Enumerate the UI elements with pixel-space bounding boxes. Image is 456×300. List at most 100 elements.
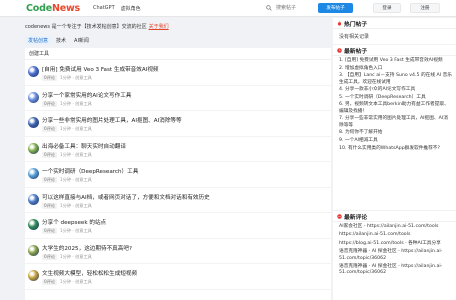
author-avatar[interactable]: [28, 193, 39, 205]
register-button[interactable]: 注册: [410, 3, 440, 13]
comment-count-badge: 0评论: [42, 202, 58, 209]
comment-count-badge: 0评论: [42, 177, 58, 183]
recent-comment-item[interactable]: 语音克隆神器 - AI 探金社区 - https://ailanjin.ai-5…: [339, 264, 452, 277]
recent-posts-panel: 最新帖子 1. [自用] 免费试用 Veo 3 Fast 生成带音效AI视频 2.…: [333, 45, 456, 210]
post-item[interactable]: 大学生的2025，这边期待不真高吧? 0评论 1分钟 · 创意工具: [25, 239, 331, 264]
post-list: [自用] 免费试用 Veo 3 Fast 生成带音效AI视频 0评论 1分钟 · 创…: [25, 60, 331, 290]
login-button[interactable]: 登录: [373, 3, 401, 13]
post-title[interactable]: 出海必备工具：聊天实时自动翻译: [42, 142, 126, 150]
post-meta: 0评论 1分钟 · 创意工具: [42, 228, 92, 234]
recent-post-link[interactable]: 1. [自用] 免费试用 Veo 3 Fast 生成带音效AI视频: [339, 58, 452, 64]
hot-posts-header: 热门帖子: [333, 18, 456, 29]
post-time-category: 1分钟 · 创意工具: [60, 253, 92, 259]
post-title[interactable]: [自用] 免费试用 Veo 3 Fast 生成带音效AI视频: [42, 65, 159, 73]
post-time-category: 1分钟 · 创意工具: [60, 202, 92, 208]
top-header: CodeNews ChatGPT 虚拟角色 发布帖子 登录 注册: [0, 0, 456, 17]
recent-posts-title: 最新帖子: [344, 48, 368, 55]
hot-posts-panel: 热门帖子 没有相关记录: [333, 18, 456, 44]
recent-comment-item[interactable]: https://ailanjin.ai-51.com/tools: [339, 232, 452, 238]
post-time-category: 1分钟 · 创意工具: [60, 151, 92, 157]
hot-posts-empty: 没有相关记录: [339, 34, 370, 40]
comment-count-badge: 0评论: [42, 253, 58, 260]
recent-comment-item[interactable]: AI家会社区 - https://ailanjin.ai-51.com/tool…: [339, 224, 452, 230]
tab-ai-news[interactable]: AI新闻: [71, 36, 92, 45]
comment-count-badge: 0评论: [42, 75, 58, 81]
author-avatar[interactable]: [28, 219, 39, 230]
post-item[interactable]: 分享一个家常实用的AI论文写作工具 0评论 1分钟 · 创意工具: [25, 86, 331, 111]
post-item[interactable]: 一个实时调研（DeepResearch）工具 0评论 1分钟 · 创意工具: [25, 162, 331, 188]
recent-comment-item[interactable]: 语音克隆神器 - AI 探金社区 - https://ailanjin.ai-5…: [339, 249, 452, 262]
tab-tech[interactable]: 技术: [53, 36, 69, 45]
post-title[interactable]: 大学生的2025，这边期待不真高吧?: [42, 244, 132, 252]
comment-count-badge: 0评论: [42, 151, 58, 158]
about-us-link[interactable]: 关于我们: [149, 23, 169, 30]
site-logo[interactable]: CodeNews: [26, 3, 80, 14]
recent-post-link[interactable]: 5. 一个实时调研（DeepResearch）工具: [339, 95, 452, 101]
recent-post-link[interactable]: 9. 一个AI相减工具: [339, 138, 452, 144]
post-meta: 0评论 1分钟 · 创意工具: [42, 279, 92, 285]
recent-post-link[interactable]: 3. 【自用】Lanc ai－支持 Suno v4.5 的在线 AI 音乐生成工…: [339, 73, 452, 86]
search-icon[interactable]: [266, 5, 272, 11]
post-title[interactable]: 可以这样直接与AI档，或者网页对话了，方便和文档对话和有效历史: [42, 193, 210, 201]
post-meta: 0评论 1分钟 · 创意工具: [42, 202, 92, 209]
author-avatar[interactable]: [28, 142, 39, 154]
category-tabs: 发帖创意 技术 AI新闻: [25, 36, 92, 45]
post-meta: 0评论 1分钟 · 创意工具: [42, 126, 92, 132]
notice-text: codenews 是一个专注于【技术发帖创意】交流的社区: [25, 24, 147, 30]
post-title[interactable]: 分享一个家常实用的AI论文写作工具: [42, 91, 131, 99]
author-avatar[interactable]: [28, 244, 39, 256]
recent-comments-list: AI家会社区 - https://ailanjin.ai-51.com/tool…: [333, 222, 456, 277]
post-title[interactable]: 分享个 deepseek 的站点: [42, 218, 106, 226]
recent-comments-title: 最新评论: [344, 214, 368, 221]
search-input[interactable]: [276, 4, 316, 12]
author-avatar[interactable]: [28, 66, 39, 77]
post-time-category: 1分钟 · 创意工具: [60, 100, 92, 106]
post-item[interactable]: 分享一些非常实用的图片处理工具，AI抠图、AI消除等等 0评论 1分钟 · 创意工具: [25, 111, 331, 137]
post-item[interactable]: 文生视频大模型，轻松松松生成短视频 0评论 1分钟 · 创意工具: [25, 264, 331, 290]
post-item[interactable]: 出海必备工具：聊天实时自动翻译 0评论 1分钟 · 创意工具: [25, 137, 331, 162]
recent-post-link[interactable]: 6. 另，视频转文本工具berkin助力有益工作者提取、编辑及找播！: [339, 102, 452, 115]
tab-creative[interactable]: 发帖创意: [25, 36, 52, 45]
post-title[interactable]: 分享一些非常实用的图片处理工具，AI抠图、AI消除等等: [42, 116, 182, 124]
feed-section-title: 创建工具: [25, 48, 331, 60]
recent-post-link[interactable]: 8. 为何你不了解开始: [339, 130, 452, 136]
recent-comments-header: 最新评论: [333, 211, 456, 222]
logo-code-text: Code: [26, 3, 52, 14]
hot-posts-title: 热门帖子: [344, 21, 368, 28]
author-avatar[interactable]: [28, 168, 39, 179]
post-feed: 创建工具 [自用] 免费试用 Veo 3 Fast 生成带音效AI视频 0评论 1分…: [25, 48, 331, 300]
comment-count-badge: 0评论: [42, 228, 58, 234]
post-meta: 0评论 1分钟 · 创意工具: [42, 253, 92, 260]
recent-post-link[interactable]: 4. 分享一款非小众的AI论文写作工具: [339, 87, 452, 93]
post-title[interactable]: 一个实时调研（DeepResearch）工具: [42, 167, 138, 175]
clock-icon: [337, 47, 342, 53]
post-time-category: 1分钟 · 创意工具: [60, 228, 92, 233]
recent-post-link[interactable]: 7. 分享一些非常实用的图片处理工具，AI抠图、AI消除等等: [339, 116, 452, 129]
publish-post-button[interactable]: 发布帖子: [318, 3, 353, 13]
post-meta: 0评论 1分钟 · 创意工具: [42, 177, 92, 183]
post-item[interactable]: 分享个 deepseek 的站点 0评论 1分钟 · 创意工具: [25, 213, 331, 239]
recent-post-link[interactable]: 10. 有什么实用类的WhatsApp群发软件推荐不?: [339, 146, 452, 152]
post-meta: 0评论 1分钟 · 创意工具: [42, 100, 92, 107]
comment-icon: [337, 213, 342, 219]
post-meta: 0评论 1分钟 · 创意工具: [42, 75, 92, 81]
post-item[interactable]: [自用] 免费试用 Veo 3 Fast 生成带音效AI视频 0评论 1分钟 · 创…: [25, 60, 331, 86]
comment-count-badge: 0评论: [42, 126, 58, 132]
post-item[interactable]: 可以这样直接与AI档，或者网页对话了，方便和文档对话和有效历史 0评论 1分钟 · …: [25, 188, 331, 213]
post-title[interactable]: 文生视频大模型，轻松松松生成短视频: [42, 269, 137, 277]
logo-news-text: News: [51, 3, 80, 14]
author-avatar[interactable]: [28, 117, 39, 128]
post-time-category: 1分钟 · 创意工具: [60, 75, 92, 80]
comment-count-badge: 0评论: [42, 100, 58, 107]
recent-posts-list: 1. [自用] 免费试用 Veo 3 Fast 生成带音效AI视频 2. 增加虚拟…: [333, 56, 456, 152]
post-time-category: 1分钟 · 创意工具: [60, 279, 92, 284]
nav-item-virtual-role[interactable]: 虚拟角色: [121, 5, 141, 12]
post-time-category: 1分钟 · 创意工具: [60, 126, 92, 131]
nav-item-chatgpt[interactable]: ChatGPT: [93, 5, 115, 12]
recent-post-link[interactable]: 2. 增加虚拟角色入口: [339, 66, 452, 72]
author-avatar[interactable]: [28, 91, 39, 103]
recent-comment-item[interactable]: https://blog.ai-51.com/tools · 各种AI工具分享: [339, 241, 452, 247]
fire-icon: [337, 20, 342, 26]
comment-count-badge: 0评论: [42, 279, 58, 285]
author-avatar[interactable]: [28, 270, 39, 281]
